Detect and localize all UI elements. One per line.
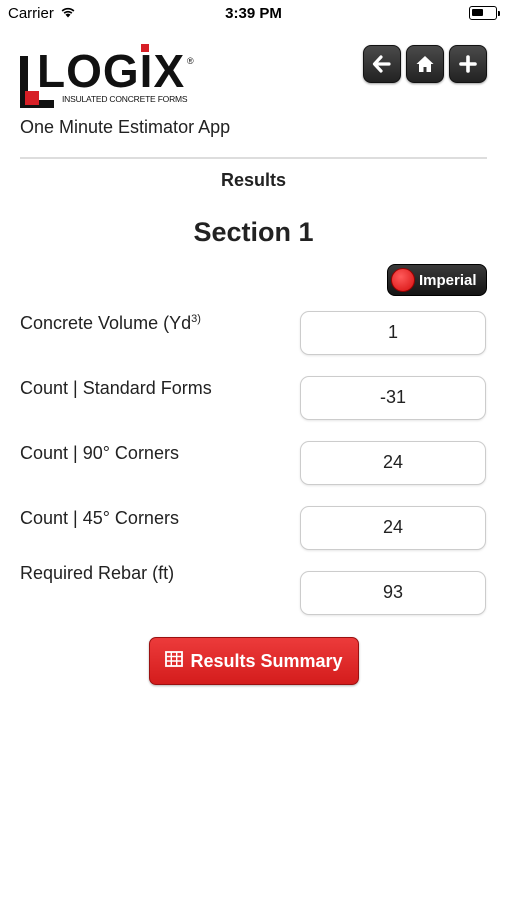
standard-forms-label: Count | Standard Forms — [20, 378, 212, 398]
home-button[interactable] — [406, 45, 444, 83]
plus-icon — [458, 54, 478, 74]
unit-toggle-label: Imperial — [419, 272, 477, 289]
results-summary-button[interactable]: Results Summary — [149, 637, 359, 685]
concrete-volume-label: Concrete Volume (Yd3) — [20, 313, 201, 333]
logo-registered-mark: ® — [187, 56, 194, 66]
add-button[interactable] — [449, 45, 487, 83]
concrete-volume-field[interactable]: 1 — [300, 311, 486, 355]
corners-90-label: Count | 90° Corners — [20, 443, 179, 463]
logix-logo: LOGIX ® INSULATED CONCRETE FORMS — [20, 44, 200, 110]
battery-icon — [469, 6, 500, 20]
logo-wordmark: LOGIX — [37, 45, 186, 97]
corners-90-field[interactable]: 24 — [300, 441, 486, 485]
page-title: Results — [220, 170, 287, 190]
nav-buttons — [363, 45, 487, 83]
app-name: One Minute Estimator App — [20, 117, 231, 137]
rebar-label: Required Rebar (ft) — [20, 563, 175, 583]
header-divider — [20, 157, 487, 159]
toggle-knob[interactable] — [391, 268, 415, 292]
standard-forms-field[interactable]: -31 — [300, 376, 486, 420]
rebar-field[interactable]: 93 — [300, 571, 486, 615]
clock: 3:39 PM — [225, 5, 282, 22]
unit-toggle[interactable]: Imperial — [387, 264, 487, 296]
back-button[interactable] — [363, 45, 401, 83]
corners-45-label: Count | 45° Corners — [20, 508, 179, 528]
logo-tagline: INSULATED CONCRETE FORMS — [62, 94, 188, 104]
results-summary-label: Results Summary — [190, 650, 343, 671]
status-bar: Carrier 3:39 PM — [0, 0, 507, 28]
back-arrow-icon — [372, 54, 392, 74]
home-icon — [415, 54, 435, 74]
corners-45-field[interactable]: 24 — [300, 506, 486, 550]
table-icon — [165, 650, 184, 672]
section-title: Section 1 — [193, 217, 314, 247]
